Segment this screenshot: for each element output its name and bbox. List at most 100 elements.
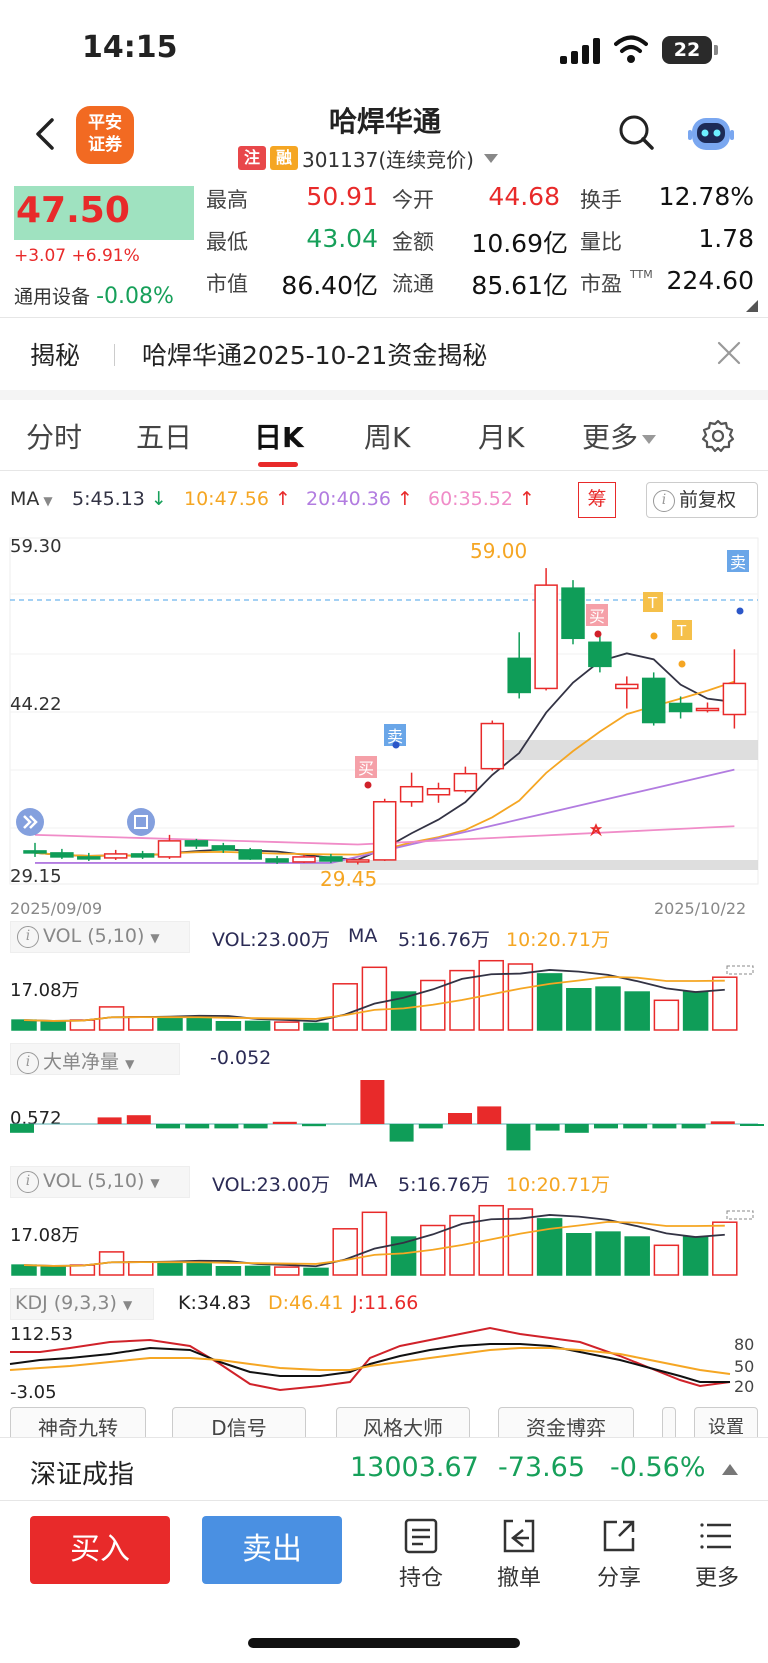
tab-more-label: 更多	[582, 421, 639, 454]
ma-selector[interactable]: MA ▼	[10, 488, 53, 510]
netflow-bar	[652, 1124, 677, 1129]
tool-style-master[interactable]: 风格大师	[336, 1407, 470, 1437]
vol-current: VOL:23.00万	[212, 929, 330, 951]
candle-body	[77, 856, 101, 860]
sector-info[interactable]: 通用设备 -0.08%	[14, 282, 174, 309]
netflow-bar	[535, 1124, 560, 1131]
tab-five-day[interactable]: 五日	[136, 416, 192, 456]
quote-label-float-cap: 流通	[392, 272, 434, 296]
holdings-label: 持仓	[398, 1566, 443, 1591]
stock-code-selector[interactable]: 注 融 301137(连续竞价)	[238, 144, 498, 172]
quote-value-open: 44.68	[488, 182, 560, 211]
t-mark-text: T	[647, 594, 658, 612]
volume-chart[interactable]: 17.08万	[0, 1199, 768, 1281]
netflow-bar	[389, 1124, 414, 1142]
expand-left-icon[interactable]	[16, 808, 44, 836]
netflow-chart[interactable]: 0.572	[0, 1076, 768, 1162]
candle-body	[50, 852, 74, 858]
kdj-k-line	[9, 1343, 730, 1383]
netflow-bar	[740, 1124, 764, 1126]
fund-reveal-banner[interactable]: 揭秘 哈焊华通2025-10-21资金揭秘	[0, 318, 768, 390]
netflow-bar	[126, 1115, 151, 1124]
candle-body	[615, 683, 639, 690]
tab-weekly-k[interactable]: 周K	[364, 416, 410, 456]
netflow-panel-selector[interactable]: i 大单净量 ▼	[10, 1043, 180, 1075]
tool-d-signal[interactable]: D信号	[172, 1407, 306, 1437]
netflow-bar	[477, 1106, 502, 1124]
volume-bar	[215, 1021, 242, 1031]
adjust-mode-button[interactable]: i 前复权	[646, 482, 758, 518]
buy-button[interactable]: 买入	[30, 1516, 170, 1584]
netflow-bar	[623, 1124, 648, 1129]
kdj-ref-50: 50	[734, 1357, 754, 1376]
back-arrow-icon[interactable]	[26, 114, 66, 154]
active-tab-indicator	[258, 462, 298, 467]
info-icon: i	[17, 1170, 39, 1193]
volume-bar	[128, 1016, 154, 1031]
vol-panel-selector[interactable]: i VOL (5,10) ▼	[10, 1166, 190, 1198]
ai-assistant-icon[interactable]	[686, 108, 736, 158]
volume-bar	[157, 1016, 183, 1031]
tool-fund-game[interactable]: 资金博弈	[498, 1407, 634, 1437]
quote-label-high: 最高	[206, 188, 248, 212]
sell-signal-mark[interactable]: 卖	[727, 550, 749, 572]
index-change-pct: -0.56%	[610, 1452, 706, 1483]
quote-value-amount: 10.69亿	[471, 229, 568, 258]
quote-label-pe: 市盈	[580, 272, 622, 296]
tab-more[interactable]: 更多	[582, 416, 657, 456]
volume-bar	[712, 1221, 738, 1276]
volume-bar	[332, 1228, 358, 1276]
search-icon[interactable]	[616, 112, 656, 152]
volume-chart[interactable]: 17.08万	[0, 954, 768, 1036]
more-button[interactable]: 更多	[682, 1516, 752, 1592]
fullscreen-icon[interactable]	[127, 808, 155, 836]
current-price: 47.50	[16, 190, 130, 231]
volume-bar	[303, 1022, 329, 1031]
buy-signal-mark[interactable]: 买	[355, 756, 377, 778]
chip-distribution-button[interactable]: 筹	[578, 482, 616, 518]
share-button[interactable]: 分享	[584, 1516, 654, 1592]
signal-dot	[678, 660, 686, 668]
candle-body	[722, 682, 747, 716]
close-icon[interactable]	[716, 340, 742, 366]
signal-dot	[594, 630, 602, 638]
tab-intraday[interactable]: 分时	[26, 416, 82, 456]
gear-icon[interactable]	[700, 418, 736, 454]
kline-chart[interactable]: 59.30 44.22 29.15 59.00 29.45 2025/09/09…	[0, 524, 768, 920]
index-ticker[interactable]: 深证成指 13003.67 -73.65 -0.56%	[0, 1437, 768, 1501]
tool-settings[interactable]: 设置	[694, 1407, 758, 1437]
t-signal-mark[interactable]: T	[643, 592, 663, 612]
volume-bar	[274, 1021, 300, 1031]
kdj-panel-selector[interactable]: KDJ (9,3,3) ▼	[10, 1288, 154, 1320]
date-start: 2025/09/09	[10, 899, 102, 918]
candle-body	[157, 840, 182, 858]
tool-nine-turns[interactable]: 神奇九转	[10, 1407, 146, 1437]
y-axis-top: 59.30	[10, 536, 62, 557]
tab-monthly-k[interactable]: 月K	[478, 416, 524, 456]
index-change: -73.65	[498, 1452, 586, 1483]
vol-panel-title: i VOL (5,10) ▼	[17, 1170, 160, 1193]
candle-body	[426, 787, 451, 796]
home-indicator[interactable]	[248, 1638, 520, 1648]
t-signal-mark[interactable]: T	[672, 620, 692, 640]
kdj-ref-20: 20	[734, 1377, 754, 1396]
volume-bar	[11, 1264, 37, 1276]
tab-daily-k[interactable]: 日K	[254, 416, 304, 456]
bottom-action-bar: 买入 卖出 持仓 撤单 分享 更多	[0, 1502, 768, 1663]
sell-button[interactable]: 卖出	[202, 1516, 342, 1584]
kdj-axis-bottom: -3.05	[10, 1382, 57, 1403]
kdj-chart[interactable]: 112.53 -3.05 80 50 20	[0, 1320, 768, 1406]
candle-body	[534, 584, 558, 690]
vol-panel-selector[interactable]: i VOL (5,10) ▼	[10, 921, 190, 953]
quote-value-float-cap: 85.61亿	[471, 271, 568, 300]
tool-partial[interactable]	[662, 1407, 676, 1437]
chevron-up-icon[interactable]	[722, 1464, 738, 1475]
buy-signal-mark[interactable]: 买	[586, 604, 608, 626]
cancel-order-button[interactable]: 撤单	[484, 1516, 554, 1592]
candle-body	[453, 772, 478, 792]
candle-body	[561, 587, 585, 640]
expand-corner-icon[interactable]	[746, 300, 758, 312]
holdings-button[interactable]: 持仓	[386, 1516, 456, 1592]
high-price-label: 59.00	[470, 539, 527, 563]
volume-bar	[624, 991, 650, 1031]
